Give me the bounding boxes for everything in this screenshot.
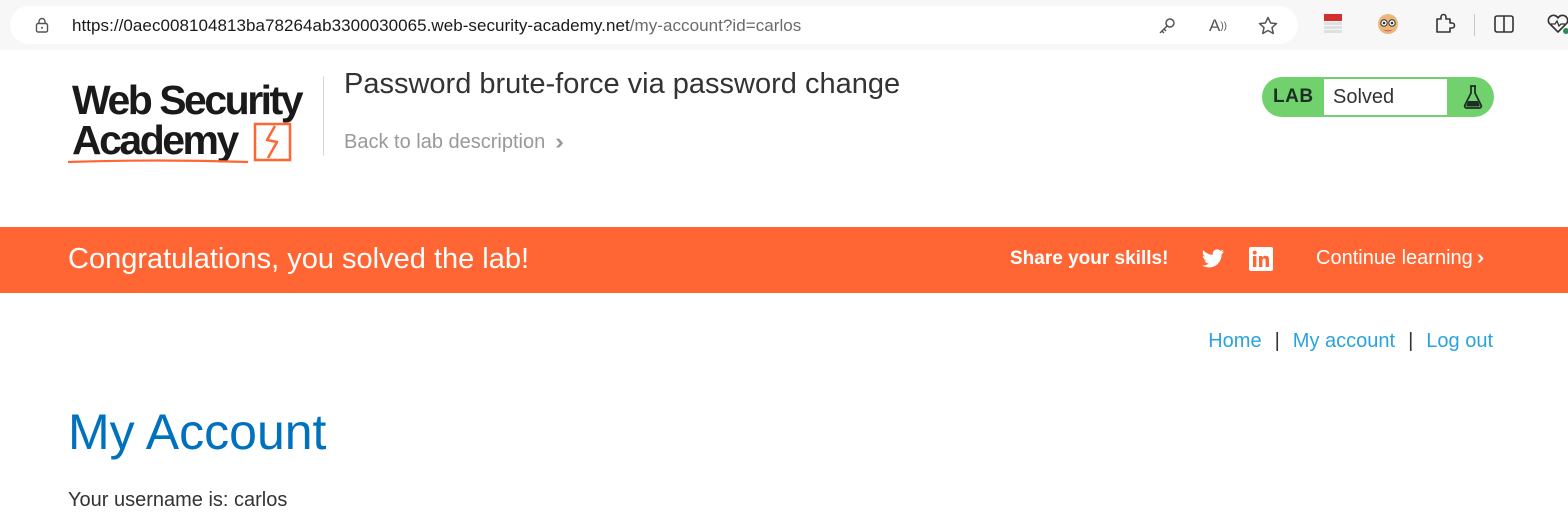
browser-essentials-icon[interactable]: [1545, 11, 1568, 37]
extensions-puzzle-icon[interactable]: [1431, 11, 1457, 37]
continue-learning-link[interactable]: Continue learning ››: [1316, 247, 1486, 270]
logo-bolt-icon: [253, 122, 292, 162]
continue-learning-label: Continue learning: [1316, 247, 1473, 269]
lab-title: Password brute-force via password change: [344, 68, 901, 100]
congratulations-message: Congratulations, you solved the lab!: [68, 243, 530, 275]
twitter-icon[interactable]: [1200, 247, 1226, 271]
back-link-label: Back to lab description: [344, 130, 546, 153]
share-skills-label: Share your skills!: [1010, 248, 1169, 269]
split-screen-icon[interactable]: [1491, 11, 1517, 37]
solved-banner: Congratulations, you solved the lab! Sha…: [0, 227, 1568, 293]
read-aloud-icon[interactable]: A)): [1207, 15, 1229, 37]
double-chevron-right-icon: ››: [555, 129, 563, 154]
nav-separator: |: [1274, 330, 1280, 352]
linkedin-icon[interactable]: [1249, 247, 1273, 271]
nav-my-account-link[interactable]: My account: [1293, 330, 1395, 353]
logo-line2: Academy: [72, 117, 240, 163]
url-domain: https://0aec008104813ba78264ab3300030065…: [72, 16, 630, 35]
extension-flag-icon[interactable]: [1320, 11, 1346, 37]
flask-icon: [1463, 85, 1483, 109]
svg-text:Academy: Academy: [72, 117, 240, 163]
browser-toolbar: https://0aec008104813ba78264ab3300030065…: [0, 0, 1568, 50]
key-icon[interactable]: [1156, 15, 1178, 37]
account-nav: Home | My account | Log out: [1208, 330, 1493, 353]
back-to-lab-description-link[interactable]: Back to lab description ››: [344, 129, 563, 155]
url-path: /my-account?id=carlos: [629, 16, 802, 35]
lab-status-text: Solved: [1324, 79, 1447, 115]
favorite-star-icon[interactable]: [1257, 15, 1279, 37]
header-divider: [323, 76, 324, 156]
nav-log-out-link[interactable]: Log out: [1426, 330, 1493, 353]
web-security-academy-logo[interactable]: Web Security Academy: [68, 76, 323, 168]
nav-home-link[interactable]: Home: [1208, 330, 1261, 353]
toolbar-divider: [1474, 14, 1475, 36]
lab-status-badge: LAB Solved: [1262, 77, 1494, 117]
page-title: My Account: [68, 404, 327, 460]
username-text: Your username is: carlos: [68, 489, 288, 511]
double-chevron-right-icon: ››: [1476, 247, 1486, 269]
url-text[interactable]: https://0aec008104813ba78264ab3300030065…: [72, 16, 801, 36]
extension-owl-icon[interactable]: [1375, 11, 1401, 37]
nav-separator: |: [1408, 330, 1414, 352]
address-bar[interactable]: https://0aec008104813ba78264ab3300030065…: [10, 6, 1298, 44]
lab-badge-label: LAB: [1273, 86, 1314, 107]
lock-icon[interactable]: [34, 17, 50, 33]
